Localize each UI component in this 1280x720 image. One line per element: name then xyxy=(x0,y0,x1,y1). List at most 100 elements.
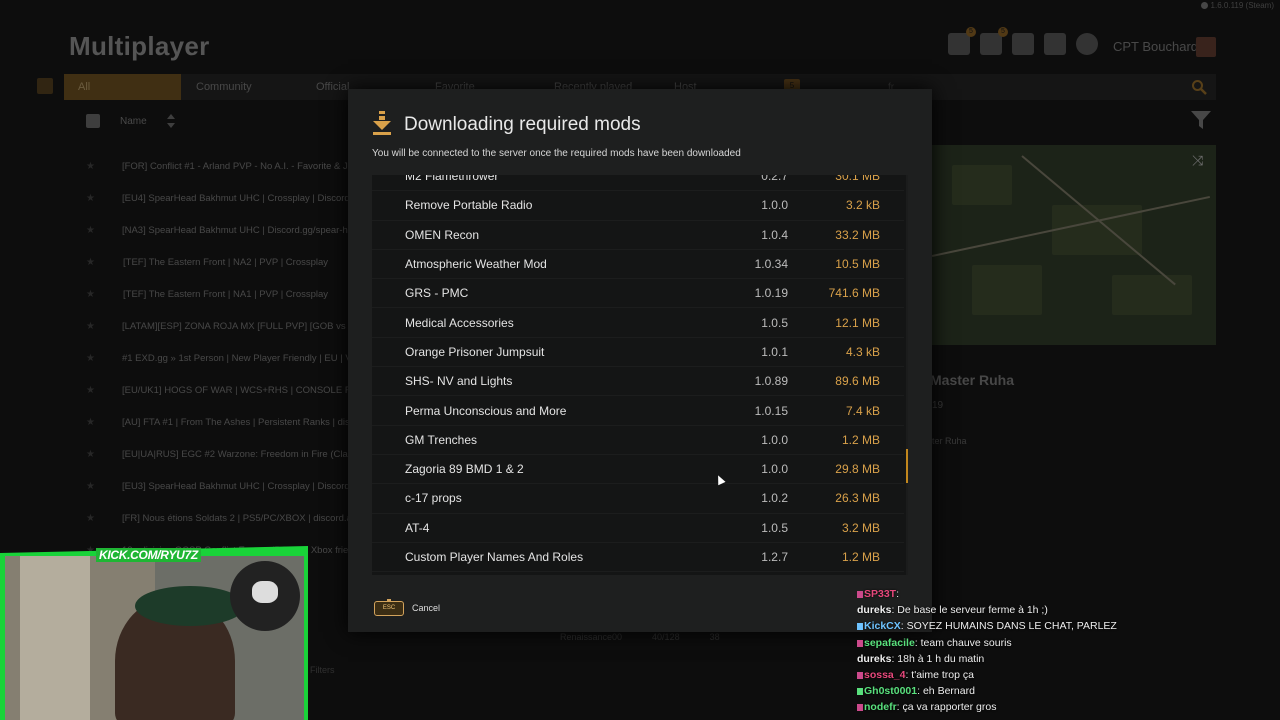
dialog-title: Downloading required mods xyxy=(404,114,641,135)
mod-version: 1.0.0 xyxy=(761,432,788,447)
server-list: ★ [FOR] Conflict #1 - Arland PVP - No A.I… xyxy=(86,150,348,566)
star-icon[interactable]: ★ xyxy=(86,289,96,300)
badge-icon xyxy=(857,671,863,679)
mod-name: SHS- NV and Lights xyxy=(405,374,513,389)
user-name[interactable]: CPT Bouchard xyxy=(1113,39,1198,54)
sort-icon[interactable] xyxy=(166,113,175,129)
mod-version: 1.0.34 xyxy=(754,257,788,272)
filter-icon[interactable] xyxy=(1190,110,1212,130)
page-title: Multiplayer xyxy=(69,31,210,61)
mod-version: 1.0.1 xyxy=(761,344,788,359)
badge-icon xyxy=(857,639,863,647)
mod-size: 3.2 MB xyxy=(841,520,880,535)
gear-icon[interactable] xyxy=(1076,33,1098,55)
server-row[interactable]: ★ [EU3] SpearHead Bakhmut UHC | Crossplay… xyxy=(86,470,348,502)
star-icon[interactable]: ★ xyxy=(86,321,95,332)
mod-row: OMEN Recon 1.0.4 33.2 MB xyxy=(372,221,904,250)
mod-row: AT-4 1.0.5 3.2 MB xyxy=(372,514,904,543)
mod-row: Perma Unconscious and More 1.0.15 7.4 kB xyxy=(372,396,904,426)
search-icon[interactable] xyxy=(1191,79,1207,95)
star-icon[interactable]: ★ xyxy=(86,353,95,364)
star-icon[interactable]: ★ xyxy=(86,449,95,460)
thumbs-up-icon[interactable] xyxy=(86,114,100,128)
chat-message: dureks: 18h à 1 h du matin xyxy=(857,652,985,665)
scrollbar-track[interactable] xyxy=(906,175,908,575)
stream-channel-label: KICK.COM/RYU7Z xyxy=(96,548,201,562)
star-icon[interactable]: ★ xyxy=(86,417,95,428)
mod-name: Atmospheric Weather Mod xyxy=(405,257,547,272)
server-row[interactable]: ★ [FOR] Conflict #1 - Arland PVP - No A.I… xyxy=(86,150,348,182)
chat-text: 18h à 1 h du matin xyxy=(897,652,985,665)
server-name: [FOR] Conflict #1 - Arland PVP - No A.I.… xyxy=(121,160,348,172)
news-icon[interactable] xyxy=(1012,33,1034,55)
badge-icon xyxy=(857,704,863,712)
mods-icon[interactable]: 5 xyxy=(980,27,1008,55)
refresh-icon[interactable]: 5 xyxy=(948,27,976,55)
server-name: [TEF] The Eastern Front | NA2 | PVP | Cr… xyxy=(123,256,329,268)
shuffle-icon[interactable]: ⤨ xyxy=(1192,152,1210,168)
server-row[interactable]: ★ [EU4] SpearHead Bakhmut UHC | Crossplay… xyxy=(86,182,348,214)
filters-button[interactable]: Filters xyxy=(310,665,335,675)
star-icon[interactable]: ★ xyxy=(86,225,95,236)
badge-icon xyxy=(857,591,863,598)
avatar[interactable] xyxy=(1196,37,1216,57)
server-name: [EU/UK1] HOGS OF WAR | WCS+RHS | CONSOLE… xyxy=(121,384,348,396)
server-row[interactable]: ★ [TEF] The Eastern Front | NA1 | PVP | C… xyxy=(86,278,348,310)
chat-user: Gh0st0001 xyxy=(864,685,918,698)
chat-text: ça va rapporter gros xyxy=(902,701,997,714)
screen: 1.6.0.119 (Steam) Multiplayer 5 5 CPT Bo… xyxy=(0,0,1280,720)
mod-name: Custom Player Names And Roles xyxy=(405,550,584,565)
chat-user: dureks xyxy=(857,652,892,665)
star-icon[interactable]: ★ xyxy=(86,257,96,268)
server-row[interactable]: ★ [AU] FTA #1 | From The Ashes | Persiste… xyxy=(86,406,348,438)
stream-chat: SP33T: dureks: De base le serveur ferme … xyxy=(857,588,1267,718)
tab-community[interactable]: Community xyxy=(182,74,300,100)
badge-icon xyxy=(857,688,863,696)
esc-key-hint[interactable]: ESC xyxy=(374,599,404,616)
chat-text: eh Bernard xyxy=(922,685,975,698)
star-icon[interactable]: ★ xyxy=(86,193,95,204)
mod-name: M2 Flamethrower xyxy=(405,175,499,184)
mod-name: AT-4 xyxy=(405,520,430,535)
server-row[interactable]: ★ [LATAM][ESP] ZONA ROJA MX [FULL PVP] [G… xyxy=(86,310,348,342)
mod-version: 1.0.4 xyxy=(761,227,788,242)
mod-version: 1.0.5 xyxy=(761,520,788,535)
notification-badge: 5 xyxy=(998,27,1008,37)
chat-user: dureks xyxy=(857,604,892,617)
mod-row: GRS - PMC 1.0.19 741.6 MB xyxy=(372,279,904,309)
tab-all[interactable]: All xyxy=(64,74,181,100)
favorites-toggle[interactable] xyxy=(37,78,53,94)
webcam-feed xyxy=(5,556,304,720)
mod-size: 1.2 MB xyxy=(841,550,880,565)
mod-name: Remove Portable Radio xyxy=(405,198,533,213)
server-name: [FR] Nous étions Soldats 2 | PS5/PC/XBOX… xyxy=(121,512,348,524)
chat-message: sepafacile: team chauve souris xyxy=(857,637,1267,653)
scrollbar-thumb[interactable] xyxy=(906,449,908,483)
server-row[interactable]: ★ [FR] Nous étions Soldats 2 | PS5/PC/XBO… xyxy=(86,502,348,534)
mod-version: 1.0.2 xyxy=(761,491,788,506)
star-icon[interactable]: ★ xyxy=(86,513,95,524)
server-row[interactable]: ★ [EU/UK1] HOGS OF WAR | WCS+RHS | CONSOL… xyxy=(86,374,348,406)
blocked-icon[interactable] xyxy=(1044,33,1066,55)
mod-size: 741.6 MB xyxy=(828,286,880,301)
mod-name: OMEN Recon xyxy=(405,227,480,242)
star-icon[interactable]: ★ xyxy=(86,385,95,396)
name-column-header[interactable]: Name xyxy=(120,116,147,127)
chat-message: sossa_4: t'aime trop ça xyxy=(857,669,1267,685)
server-name: [EU3] SpearHead Bakhmut UHC | Crossplay … xyxy=(121,480,348,492)
star-icon[interactable]: ★ xyxy=(86,161,95,172)
chat-text: t'aime trop ça xyxy=(911,668,974,681)
server-row[interactable]: ★ [NA3] SpearHead Bakhmut UHC | Discord.g… xyxy=(86,214,348,246)
mods-list[interactable]: M2 Flamethrower 0.2.7 30.1 MB Remove Porta… xyxy=(372,175,908,575)
server-name: [LATAM][ESP] ZONA ROJA MX [FULL PVP] [GO… xyxy=(121,320,348,332)
server-row[interactable]: ★ #1 EXD.gg » 1st Person | New Player Fri… xyxy=(86,342,348,374)
mod-version: 1.0.0 xyxy=(761,462,788,477)
server-row[interactable]: ★ [EU|UA|RUS] EGC #2 Warzone: Freedom in … xyxy=(86,438,348,470)
mod-version: 1.0.15 xyxy=(754,403,788,418)
server-detail-name: Master Ruha xyxy=(930,372,1015,388)
server-row[interactable]: ★ [TEF] The Eastern Front | NA2 | PVP | C… xyxy=(86,246,348,278)
background-row-info: Renaissance00 40/128 38 xyxy=(560,632,720,642)
star-icon[interactable]: ★ xyxy=(86,481,95,492)
mod-size: 26.3 MB xyxy=(835,491,880,506)
cancel-button[interactable]: Cancel xyxy=(412,603,440,613)
